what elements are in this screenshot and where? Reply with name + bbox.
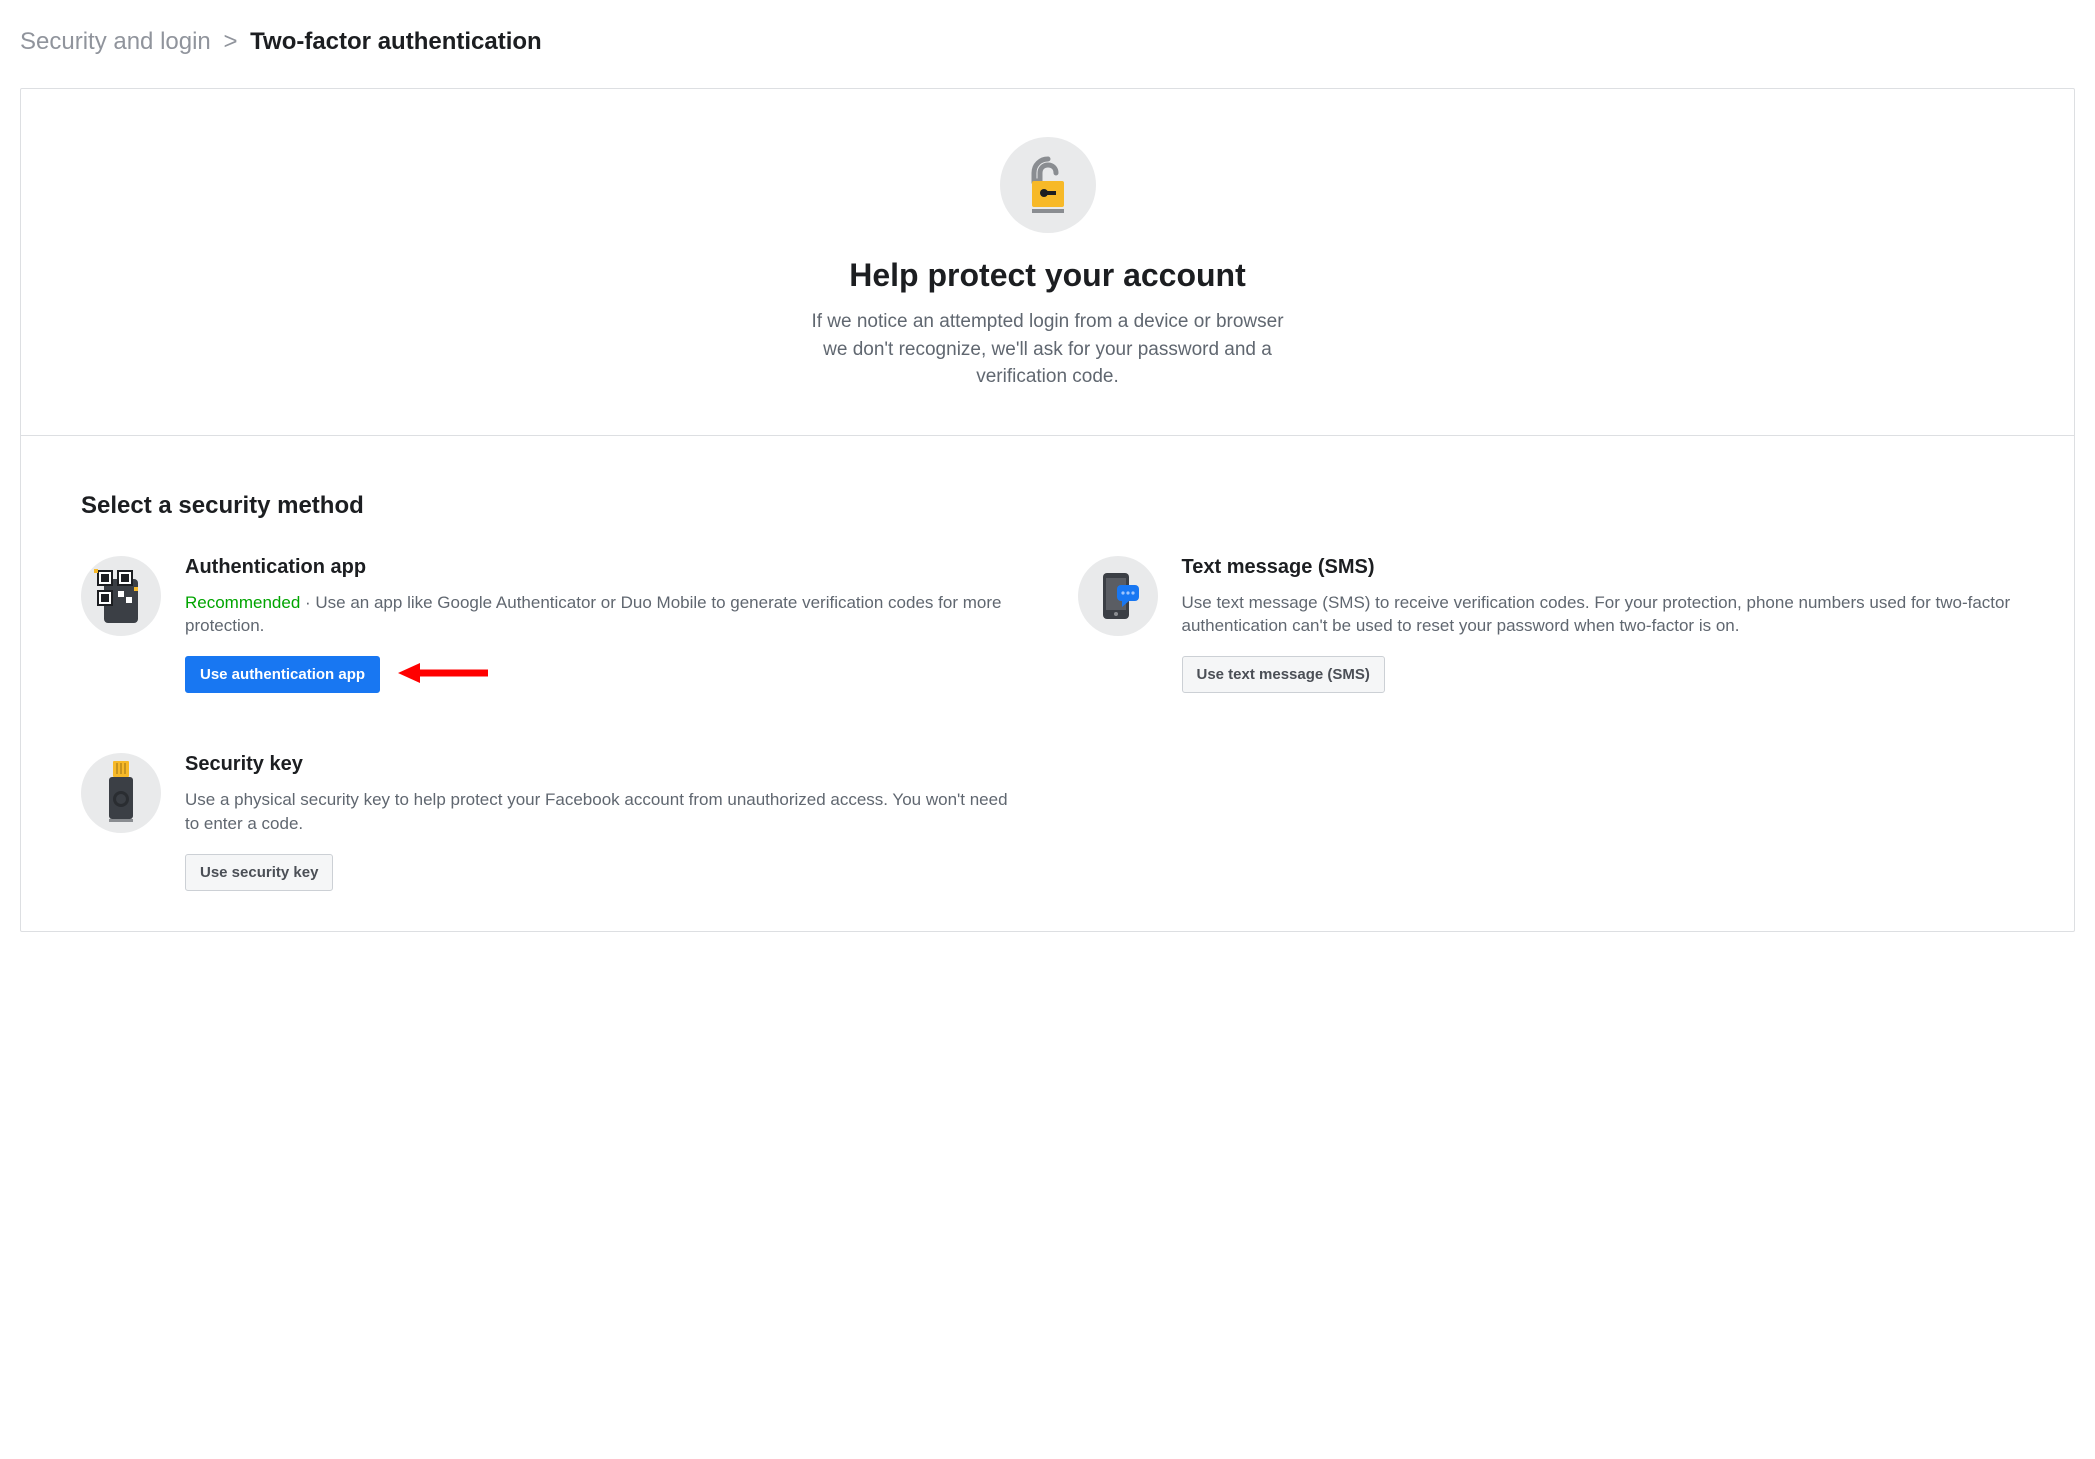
method-security-key: Security key Use a physical security key… <box>81 753 1018 891</box>
authentication-app-icon <box>81 556 161 636</box>
methods-section: Select a security method <box>21 436 2074 931</box>
auth-app-title: Authentication app <box>185 556 1018 579</box>
breadcrumb: Security and login > Two-factor authenti… <box>20 20 2075 64</box>
hero-title: Help protect your account <box>61 257 2034 294</box>
arrow-annotation-icon <box>398 660 488 691</box>
hero-section: Help protect your account If we notice a… <box>21 89 2074 436</box>
method-authentication-app: Authentication app Recommended · Use an … <box>81 556 1018 694</box>
security-key-description: Use a physical security key to help prot… <box>185 788 1018 836</box>
breadcrumb-separator: > <box>223 28 237 55</box>
method-text-message: Text message (SMS) Use text message (SMS… <box>1078 556 2015 694</box>
breadcrumb-current: Two-factor authentication <box>250 28 542 55</box>
use-authentication-app-button[interactable]: Use authentication app <box>185 656 380 693</box>
sms-title: Text message (SMS) <box>1182 556 2015 579</box>
security-key-title: Security key <box>185 753 1018 776</box>
hero-description: If we notice an attempted login from a d… <box>798 308 1298 391</box>
two-factor-panel: Help protect your account If we notice a… <box>20 88 2075 932</box>
auth-app-description: Recommended · Use an app like Google Aut… <box>185 591 1018 639</box>
padlock-icon <box>1000 137 1096 233</box>
methods-heading: Select a security method <box>81 492 2014 520</box>
recommended-label: Recommended <box>185 593 300 612</box>
security-key-icon <box>81 753 161 833</box>
use-security-key-button[interactable]: Use security key <box>185 854 333 891</box>
use-text-message-button[interactable]: Use text message (SMS) <box>1182 656 1385 693</box>
sms-icon <box>1078 556 1158 636</box>
breadcrumb-parent[interactable]: Security and login <box>20 28 211 55</box>
sms-description: Use text message (SMS) to receive verifi… <box>1182 591 2015 639</box>
separator-dot: · <box>300 593 315 612</box>
